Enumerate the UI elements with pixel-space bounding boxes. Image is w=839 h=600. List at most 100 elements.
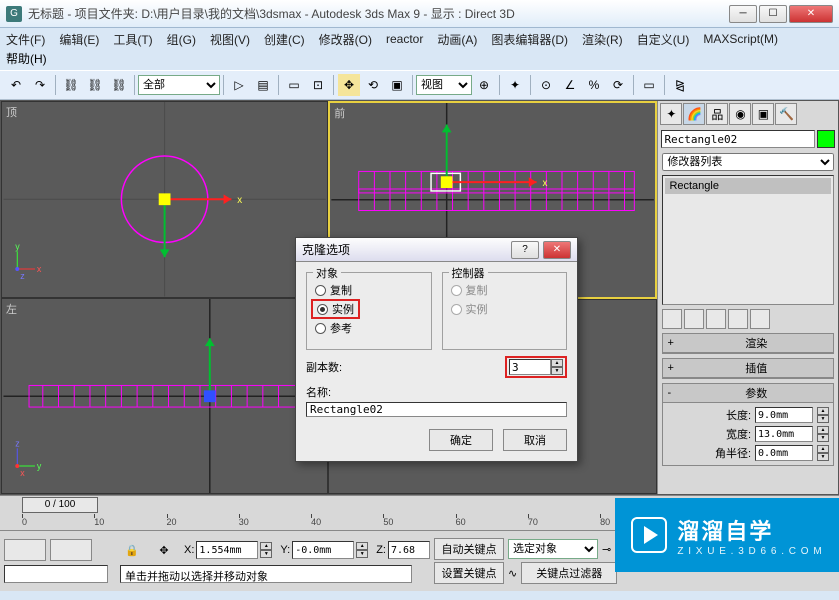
menu-group[interactable]: 组(G) [167, 31, 196, 48]
menu-edit[interactable]: 编辑(E) [59, 31, 99, 48]
coord-system[interactable]: 视图 [416, 75, 472, 95]
key-icon[interactable]: ⊸ [602, 543, 611, 556]
status-btn-2[interactable] [50, 539, 92, 561]
menu-views[interactable]: 视图(V) [210, 31, 250, 48]
stack-item[interactable]: Rectangle [665, 178, 831, 194]
bind-button[interactable]: ⛓ [108, 74, 130, 96]
menu-file[interactable]: 文件(F) [6, 31, 45, 48]
select-name-button[interactable]: ▤ [252, 74, 274, 96]
utilities-tab-icon[interactable]: 🔨 [775, 103, 797, 125]
menubar-row2: 帮助(H) [0, 50, 839, 70]
length-input[interactable] [755, 407, 813, 423]
watermark: 溜溜自学 Z I X U E . 3 D 6 6 . C O M [615, 498, 839, 572]
key-target-select[interactable]: 选定对象 [508, 539, 598, 559]
dialog-help-button[interactable]: ? [511, 241, 539, 259]
x-spinner[interactable]: ▲▼ [260, 542, 272, 558]
corner-label: 角半径: [715, 445, 751, 461]
key-tangent-icon[interactable]: ∿ [508, 567, 517, 580]
modifier-stack[interactable]: Rectangle [662, 175, 834, 305]
move-button[interactable]: ✥ [338, 74, 360, 96]
minimize-button[interactable]: ─ [729, 5, 757, 23]
display-tab-icon[interactable]: ▣ [752, 103, 774, 125]
keyfilter-button[interactable]: 关键点过滤器 [521, 562, 617, 584]
named-sel-button[interactable]: ▭ [638, 74, 660, 96]
width-input[interactable] [755, 426, 813, 442]
unlink-button[interactable]: ⛓ [84, 74, 106, 96]
menu-create[interactable]: 创建(C) [264, 31, 305, 48]
maximize-button[interactable]: ☐ [759, 5, 787, 23]
show-end-icon[interactable] [684, 309, 704, 329]
menu-maxscript[interactable]: MAXScript(M) [703, 32, 778, 46]
menu-animation[interactable]: 动画(A) [437, 31, 477, 48]
y-spinner[interactable]: ▲▼ [356, 542, 368, 558]
menu-help[interactable]: 帮助(H) [6, 52, 47, 66]
manipulate-button[interactable]: ✦ [504, 74, 526, 96]
ok-button[interactable]: 确定 [429, 429, 493, 451]
viewport-top[interactable]: 顶 x x y z [1, 101, 328, 298]
menu-customize[interactable]: 自定义(U) [637, 31, 690, 48]
time-slider[interactable]: 0 / 100 [22, 497, 98, 513]
menu-modifiers[interactable]: 修改器(O) [319, 31, 372, 48]
menu-tools[interactable]: 工具(T) [113, 31, 152, 48]
status-btn-1[interactable] [4, 539, 46, 561]
undo-button[interactable]: ↶ [5, 74, 27, 96]
menu-rendering[interactable]: 渲染(R) [582, 31, 623, 48]
close-button[interactable]: ✕ [789, 5, 833, 23]
config-icon[interactable] [750, 309, 770, 329]
select-rect-button[interactable]: ▭ [283, 74, 305, 96]
link-button[interactable]: ⛓ [60, 74, 82, 96]
svg-text:z: z [20, 271, 24, 281]
play-icon [631, 517, 667, 553]
copies-spinner[interactable]: ▲▼ [551, 359, 563, 375]
corner-spinner[interactable]: ▲▼ [817, 445, 829, 461]
scale-button[interactable]: ▣ [386, 74, 408, 96]
width-spinner[interactable]: ▲▼ [817, 426, 829, 442]
snap-button[interactable]: ⊙ [535, 74, 557, 96]
redo-button[interactable]: ↷ [29, 74, 51, 96]
cancel-button[interactable]: 取消 [503, 429, 567, 451]
select-button[interactable]: ▷ [228, 74, 250, 96]
modifier-list[interactable]: 修改器列表 [662, 153, 834, 171]
window-crossing-button[interactable]: ⊡ [307, 74, 329, 96]
menu-graph[interactable]: 图表编辑器(D) [491, 31, 568, 48]
motion-tab-icon[interactable]: ◉ [729, 103, 751, 125]
coord-x-input[interactable] [196, 541, 258, 559]
percent-snap-button[interactable]: % [583, 74, 605, 96]
hierarchy-tab-icon[interactable]: 品 [706, 103, 728, 125]
name-input[interactable] [306, 402, 567, 417]
menu-reactor[interactable]: reactor [386, 32, 423, 46]
pivot-button[interactable]: ⊕ [473, 74, 495, 96]
rotate-button[interactable]: ⟲ [362, 74, 384, 96]
radio-instance[interactable]: 实例 [315, 301, 423, 317]
create-tab-icon[interactable]: ✦ [660, 103, 682, 125]
mirror-button[interactable]: ⧎ [669, 74, 691, 96]
lock-icon[interactable]: 🔒 [121, 539, 143, 561]
rollout-interp[interactable]: +插值 [662, 358, 834, 379]
dialog-close-button[interactable]: ✕ [543, 241, 571, 259]
spinner-snap-button[interactable]: ⟳ [607, 74, 629, 96]
coord-mode-icon[interactable]: ✥ [153, 539, 175, 561]
main-toolbar: ↶ ↷ ⛓ ⛓ ⛓ 全部 ▷ ▤ ▭ ⊡ ✥ ⟲ ▣ 视图 ⊕ ✦ ⊙ ∠ % … [0, 70, 839, 100]
viewport-left[interactable]: 左 y [1, 298, 328, 495]
length-spinner[interactable]: ▲▼ [817, 407, 829, 423]
selection-filter[interactable]: 全部 [138, 75, 220, 95]
pin-stack-icon[interactable] [662, 309, 682, 329]
radio-copy[interactable]: 复制 [315, 282, 423, 298]
angle-snap-button[interactable]: ∠ [559, 74, 581, 96]
copies-input[interactable] [509, 359, 551, 375]
coord-y-input[interactable] [292, 541, 354, 559]
corner-input[interactable] [755, 445, 813, 461]
menubar: 文件(F) 编辑(E) 工具(T) 组(G) 视图(V) 创建(C) 修改器(O… [0, 28, 839, 50]
autokey-button[interactable]: 自动关键点 [434, 538, 504, 560]
unique-icon[interactable] [706, 309, 726, 329]
object-name-input[interactable] [661, 130, 815, 148]
controller-group: 控制器 复制 实例 [442, 272, 568, 350]
setkey-button[interactable]: 设置关键点 [434, 562, 504, 584]
remove-mod-icon[interactable] [728, 309, 748, 329]
modify-tab-icon[interactable]: 🌈 [683, 103, 705, 125]
dialog-titlebar[interactable]: 克隆选项 ? ✕ [296, 238, 577, 262]
coord-z-input[interactable] [388, 541, 430, 559]
radio-reference[interactable]: 参考 [315, 320, 423, 336]
rollout-render[interactable]: +渲染 [662, 333, 834, 354]
object-color-swatch[interactable] [817, 130, 835, 148]
